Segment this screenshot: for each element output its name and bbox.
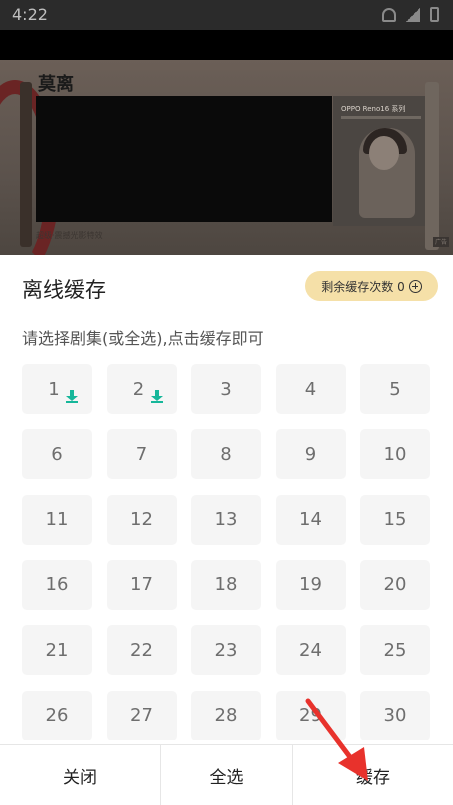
downloaded-icon-bar — [150, 401, 163, 403]
episode-number: 4 — [304, 378, 317, 400]
episode-item-27[interactable]: 27 — [106, 690, 177, 740]
episode-item-10[interactable]: 10 — [360, 429, 430, 480]
episode-item-5[interactable]: 5 — [360, 364, 430, 414]
episode-item-29[interactable]: 29 — [275, 690, 346, 740]
episode-number: 14 — [299, 509, 322, 531]
episode-number: 16 — [45, 574, 69, 596]
episode-number: 27 — [130, 705, 153, 726]
scroll-rod-left — [20, 82, 32, 247]
episode-number: 6 — [51, 443, 63, 465]
episode-number: 26 — [45, 705, 69, 726]
ad-subtitle-line — [341, 116, 421, 119]
select-all-button[interactable]: 全选 — [161, 745, 292, 805]
episode-item-1[interactable]: 1 — [22, 364, 92, 414]
episode-item-12[interactable]: 12 — [106, 494, 177, 545]
episode-number: 13 — [214, 509, 238, 531]
episode-item-14[interactable]: 14 — [275, 494, 346, 545]
episode-number: 22 — [130, 639, 153, 661]
episode-item-6[interactable]: 6 — [22, 429, 92, 480]
episode-number: 17 — [130, 574, 153, 596]
episode-number: 11 — [45, 509, 69, 531]
episode-number: 9 — [304, 443, 317, 465]
episode-grid: 1 2 3 4 5 6 7 8 9 10 11 12 13 14 15 16 17 18 19 20 21 22 23 24 2… — [22, 364, 432, 740]
video-caption: 超级·震撼光影特效 — [36, 231, 103, 240]
episode-item-4[interactable]: 4 — [275, 364, 346, 414]
episode-item-11[interactable]: 11 — [22, 494, 92, 545]
episode-item-16[interactable]: 16 — [22, 559, 92, 610]
downloaded-icon-bar — [66, 401, 78, 403]
status-time: 4:22 — [12, 5, 48, 24]
episode-item-23[interactable]: 23 — [191, 625, 261, 676]
remaining-cache-label: 剩余缓存次数 0 — [321, 279, 405, 294]
episode-number: 19 — [299, 574, 322, 596]
wifi-icon — [382, 7, 396, 22]
cache-button[interactable]: 缓存 — [293, 745, 453, 805]
episode-item-22[interactable]: 22 — [106, 625, 177, 676]
ad-title: OPPO Reno16 系列 — [341, 105, 406, 113]
episode-item-3[interactable]: 3 — [191, 364, 261, 414]
episode-item-21[interactable]: 21 — [22, 625, 92, 676]
episode-item-19[interactable]: 19 — [275, 559, 346, 610]
episode-number: 23 — [214, 639, 238, 661]
cellular-signal-icon — [406, 7, 420, 22]
episode-item-8[interactable]: 8 — [191, 429, 261, 480]
episode-item-2[interactable]: 2 — [106, 364, 177, 414]
episode-item-9[interactable]: 9 — [275, 429, 346, 480]
episode-number: 28 — [214, 705, 238, 726]
top-black-band — [0, 30, 453, 60]
episode-number: 30 — [383, 705, 407, 726]
episode-number: 1 — [48, 378, 60, 400]
episode-number: 15 — [383, 509, 407, 531]
episode-item-18[interactable]: 18 — [191, 559, 261, 610]
episode-number: 2 — [132, 378, 145, 400]
ad-corner-badge: 广告 — [433, 237, 449, 247]
battery-icon — [430, 7, 439, 22]
episode-item-20[interactable]: 20 — [360, 559, 430, 610]
episode-number: 29 — [299, 705, 322, 726]
action-bar: 关闭 全选 缓存 — [0, 744, 453, 805]
episode-number: 12 — [130, 509, 153, 531]
show-logo: 莫离 — [38, 74, 74, 95]
scroll-rod-right — [425, 82, 439, 250]
episode-item-30[interactable]: 30 — [360, 690, 430, 740]
video-frame[interactable] — [36, 96, 332, 222]
selection-hint: 请选择剧集(或全选),点击缓存即可 — [22, 329, 264, 348]
episode-number: 21 — [45, 639, 69, 661]
ad-panel[interactable]: OPPO Reno16 系列 — [333, 96, 425, 226]
episode-number: 5 — [389, 378, 401, 400]
episode-item-28[interactable]: 28 — [191, 690, 261, 740]
episode-number: 3 — [220, 378, 232, 400]
episode-number: 20 — [383, 574, 407, 596]
close-button[interactable]: 关闭 — [0, 745, 160, 805]
episode-item-7[interactable]: 7 — [106, 429, 177, 480]
episode-number: 25 — [383, 639, 407, 661]
episode-item-17[interactable]: 17 — [106, 559, 177, 610]
plus-circle-icon — [408, 279, 422, 293]
episode-item-26[interactable]: 26 — [22, 690, 92, 740]
episode-item-15[interactable]: 15 — [360, 494, 430, 545]
episode-number: 18 — [214, 574, 238, 596]
ad-person-face — [369, 136, 399, 170]
remaining-cache-badge[interactable]: 剩余缓存次数 0 — [305, 271, 438, 301]
episode-number: 8 — [220, 443, 232, 465]
episode-number: 10 — [383, 443, 407, 465]
video-player[interactable]: 莫离 OPPO Reno16 系列 超级·震撼光影特效 广告 — [0, 60, 453, 255]
episode-number: 24 — [299, 639, 322, 661]
offline-cache-sheet: 离线缓存 剩余缓存次数 0 请选择剧集(或全选),点击缓存即可 12345678… — [0, 255, 453, 805]
status-bar: 4:22 — [0, 0, 453, 30]
episode-item-24[interactable]: 24 — [275, 625, 346, 676]
episode-item-25[interactable]: 25 — [360, 625, 430, 676]
sheet-title: 离线缓存 — [22, 278, 106, 302]
episode-number: 7 — [135, 443, 148, 465]
episode-item-13[interactable]: 13 — [191, 494, 261, 545]
status-icons — [382, 7, 439, 22]
